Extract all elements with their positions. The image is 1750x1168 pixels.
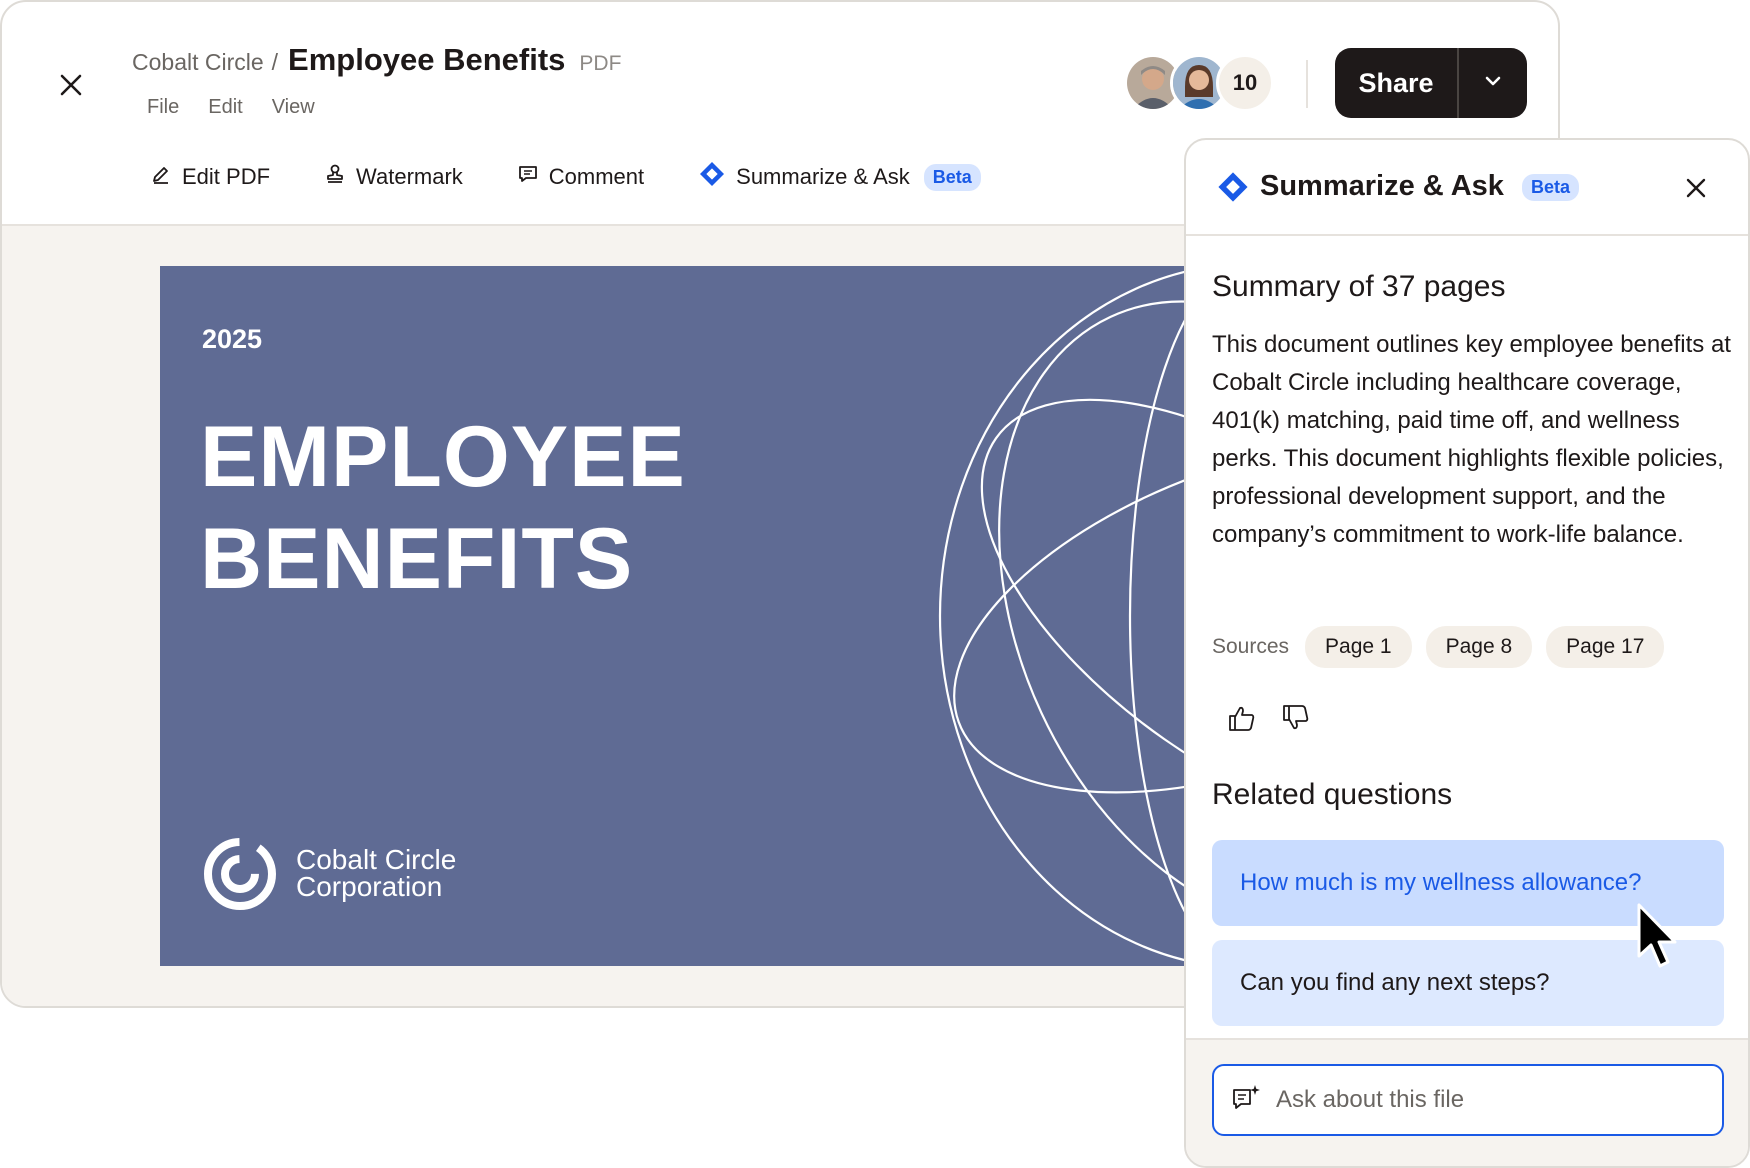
file-type-label: PDF xyxy=(579,52,622,75)
close-icon[interactable] xyxy=(54,68,88,102)
source-chip[interactable]: Page 8 xyxy=(1425,626,1533,668)
pdf-cover-page: 2025 EMPLOYEE BENEFITS Cobalt Circle Cor… xyxy=(160,266,1250,966)
sources-label: Sources xyxy=(1212,635,1290,658)
menu-file[interactable]: File xyxy=(147,96,179,119)
collaborator-count-badge[interactable]: 10 xyxy=(1216,54,1274,112)
summarize-ask-label: Summarize & Ask xyxy=(736,164,910,189)
cursor-icon xyxy=(1636,902,1682,977)
related-questions-heading: Related questions xyxy=(1212,778,1453,811)
summary-heading: Summary of 37 pages xyxy=(1212,270,1506,303)
chat-sparkle-icon xyxy=(1230,1082,1262,1119)
watermark-label: Watermark xyxy=(356,164,463,189)
source-chip[interactable]: Page 17 xyxy=(1546,626,1665,668)
feedback-buttons xyxy=(1226,702,1312,739)
beta-badge: Beta xyxy=(1522,174,1580,201)
panel-title: Summarize & Ask xyxy=(1260,170,1504,202)
comment-button[interactable]: Comment xyxy=(517,163,644,191)
toolbar: Edit PDF Watermark Comment Summarize & A… xyxy=(150,160,1035,194)
chevron-down-icon xyxy=(1482,70,1504,97)
thumbs-up-icon[interactable] xyxy=(1226,702,1258,739)
cover-title-line: BENEFITS xyxy=(200,511,634,607)
diamond-logo-icon xyxy=(1216,170,1250,209)
beta-badge: Beta xyxy=(923,163,981,191)
ask-input-container[interactable] xyxy=(1212,1064,1724,1136)
cover-title-line: EMPLOYEE xyxy=(200,409,686,505)
share-button[interactable]: Share xyxy=(1335,48,1457,118)
diamond-logo-icon xyxy=(698,160,736,194)
comment-label: Comment xyxy=(548,164,645,189)
company-name: Cobalt Circle Corporation xyxy=(296,844,457,902)
panel-header: Summarize & Ask Beta xyxy=(1186,140,1748,236)
breadcrumb-separator: / xyxy=(271,49,279,75)
sources-row: Sources Page 1 Page 8 Page 17 xyxy=(1212,626,1678,668)
pencil-icon xyxy=(150,163,182,191)
cover-year: 2025 xyxy=(202,324,263,354)
menu-bar: File Edit View xyxy=(147,96,315,119)
divider xyxy=(1306,60,1308,108)
document-title: Employee Benefits xyxy=(288,42,566,77)
edit-pdf-button[interactable]: Edit PDF xyxy=(150,163,270,191)
menu-edit[interactable]: Edit xyxy=(208,96,242,119)
stamp-icon xyxy=(324,163,356,191)
share-options-button[interactable] xyxy=(1459,48,1527,118)
watermark-button[interactable]: Watermark xyxy=(324,163,463,191)
edit-pdf-label: Edit PDF xyxy=(182,164,271,189)
cover-title: EMPLOYEE BENEFITS xyxy=(200,406,686,610)
thumbs-down-icon[interactable] xyxy=(1280,702,1312,739)
breadcrumb-parent-link[interactable]: Cobalt Circle xyxy=(132,49,264,76)
summarize-ask-panel: Summarize & Ask Beta Summary of 37 pages… xyxy=(1184,138,1750,1168)
menu-view[interactable]: View xyxy=(272,96,315,119)
close-icon[interactable] xyxy=(1682,174,1710,207)
collaborators[interactable]: 10 xyxy=(1124,54,1284,112)
comment-icon xyxy=(517,163,549,191)
breadcrumb: Cobalt Circle / Employee Benefits PDF xyxy=(132,42,621,78)
source-chip[interactable]: Page 1 xyxy=(1305,626,1412,668)
summary-text: This document outlines key employee bene… xyxy=(1212,331,1731,548)
ask-input[interactable] xyxy=(1276,1086,1706,1114)
summarize-ask-button[interactable]: Summarize & Ask Beta xyxy=(698,160,981,194)
share-button-group: Share xyxy=(1335,48,1527,118)
company-name-line: Corporation xyxy=(296,871,443,902)
company-logo xyxy=(204,838,276,910)
company-name-line: Cobalt Circle xyxy=(296,844,457,875)
